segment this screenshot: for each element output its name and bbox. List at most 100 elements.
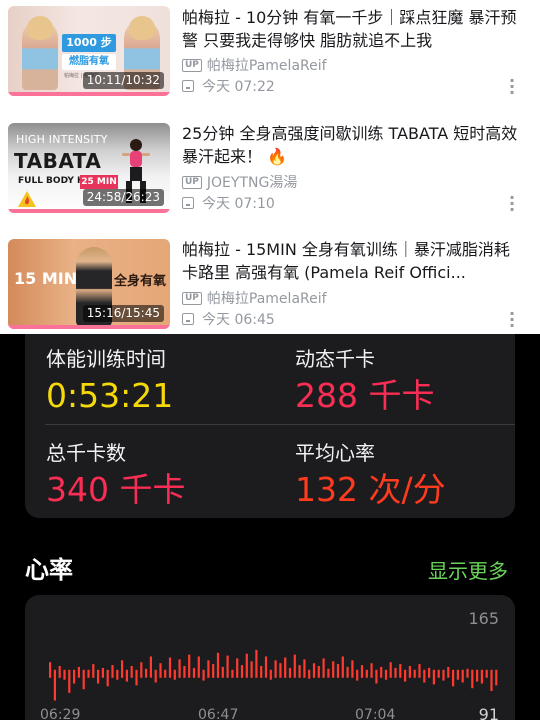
heart-rate-bar [97,669,100,684]
heart-rate-title: 心率 [25,556,73,584]
video-title[interactable]: 25分钟 全身高强度间歇训练 TABATA 短时高效 暴汗起来！ 🔥 [182,122,522,168]
video-title[interactable]: 帕梅拉 - 10分钟 有氧一千步｜踩点狂魔 暴汗预警 只要我走得够快 脂肪就追不… [182,6,522,52]
show-more-link[interactable]: 显示更多 [428,555,508,584]
heart-rate-bar [490,669,493,691]
x-tick-label: 06:47 [198,707,239,720]
more-options-icon[interactable]: · · · [505,190,519,218]
heart-rate-bar [106,669,109,687]
heart-rate-bar [264,656,268,678]
workout-time-value: 0:53:21 [46,376,174,415]
heart-rate-bar [221,666,224,678]
heart-rate-bar [336,664,340,678]
heart-rate-bar [495,669,498,686]
watch-history-icon [182,197,194,209]
x-tick-label: 06:29 [40,707,81,720]
thumbnail-high-intensity-text: HIGH INTENSITY [16,133,108,146]
heart-rate-bar [428,667,431,678]
heart-rate-bar [279,663,282,678]
heart-rate-bar [130,666,133,678]
thumbnail-fat-badge: 燃脂有氧 [62,54,116,70]
heart-rate-bar [327,668,330,678]
uploader-name: 帕梅拉PamelaReif [206,291,327,307]
heart-rate-bar [63,669,66,680]
heart-rate-bar [269,669,272,680]
more-options-icon[interactable]: · · · [505,306,519,334]
heart-rate-bar [322,658,325,678]
heart-rate-bar [437,669,440,678]
heart-rate-bar [231,669,234,678]
heart-rate-bar [360,665,364,678]
heart-rate-bar [53,669,56,701]
heart-rate-bar [418,664,421,678]
heart-rate-bar [452,669,455,687]
heart-rate-bar [92,664,95,678]
video-item[interactable]: 1000 步 燃脂有氧 帕梅拉 | 帕梅拉 10:11/10:32 帕梅拉 - … [0,0,540,101]
total-kcal-stat: 总千卡数 340 千卡 [46,440,185,510]
video-title[interactable]: 帕梅拉 - 15MIN 全身有氧训练｜暴汗减脂消耗卡路里 高强有氧 (Pamel… [182,238,522,284]
heart-rate-bar [82,669,85,690]
heart-rate-bar [466,668,469,678]
video-duration: 24:58/26:23 [82,189,164,206]
avg-hr-stat: 平均心率 132 次/分 [295,440,446,510]
heart-rate-bar [432,669,435,685]
video-thumbnail[interactable]: 1000 步 燃脂有氧 帕梅拉 | 帕梅拉 10:11/10:32 [8,6,170,96]
video-uploader[interactable]: UP 帕梅拉PamelaReif [182,55,327,75]
heart-rate-bar [389,662,392,678]
heart-rate-bar [471,669,474,689]
heart-rate-bar [394,667,397,678]
up-badge-icon: UP [182,175,202,189]
heart-rate-bar [260,666,263,678]
heart-rate-bar [202,669,205,681]
heart-rate-bar [164,669,167,678]
heart-rate-bar [447,666,450,678]
total-kcal-label: 总千卡数 [46,441,126,465]
heart-rate-card[interactable]: 165 91 06:29 06:47 07:04 [25,595,515,720]
heart-rate-bar [317,666,320,678]
video-thumbnail[interactable]: HIGH INTENSITY TABATA FULL BODY HIIT 25 … [8,123,170,213]
heart-rate-bar [346,666,349,678]
video-time: 今天 07:22 [182,76,275,96]
heart-rate-bar [216,652,220,678]
heart-rate-bar [159,663,162,678]
heart-rate-bar [308,669,311,679]
more-options-icon[interactable]: · · · [505,73,519,101]
video-time: 今天 07:10 [182,193,275,213]
up-badge-icon: UP [182,291,202,305]
heart-rate-bar [399,664,402,678]
avg-hr-value: 132 次/分 [295,470,446,509]
heart-rate-bar [197,656,200,678]
watch-progress-bar [8,209,170,213]
x-tick-label: 07:04 [355,707,396,720]
watch-time-text: 今天 07:22 [202,79,275,95]
heart-rate-bar [58,666,61,678]
heart-rate-bar [375,669,378,684]
heart-rate-bar [303,659,306,678]
uploader-name: 帕梅拉PamelaReif [206,58,327,74]
fire-warning-icon [18,191,36,207]
video-item[interactable]: HIGH INTENSITY TABATA FULL BODY HIIT 25 … [0,117,540,218]
video-thumbnail[interactable]: 15 MIN 全身有氧 15:16/15:45 [8,239,170,329]
heart-rate-bar [178,659,181,678]
heart-rate-bar [332,661,335,678]
heart-rate-bar [384,669,388,680]
heart-rate-bar [284,657,287,678]
video-uploader[interactable]: UP 帕梅拉PamelaReif [182,288,327,308]
video-duration: 10:11/10:32 [82,72,164,89]
heart-rate-bar [298,665,301,678]
watch-history-icon [182,80,194,92]
heart-rate-bar [365,669,368,678]
video-uploader[interactable]: UP JOEYTNG湯湯 [182,172,297,192]
thumbnail-minutes-text: 15 MIN [14,269,78,288]
thumbnail-hair [27,16,53,40]
active-kcal-value: 288 千卡 [295,376,435,415]
video-item[interactable]: 15 MIN 全身有氧 15:16/15:45 帕梅拉 - 15MIN 全身有氧… [0,233,540,334]
heart-rate-bar [408,666,411,678]
thumbnail-hair [129,16,155,40]
heart-rate-bar [135,669,138,686]
heart-rate-bar [68,669,71,693]
uploader-name: JOEYTNG湯湯 [206,175,298,191]
total-kcal-value: 340 千卡 [46,470,186,509]
heart-rate-bar [245,653,248,678]
active-kcal-stat: 动态千卡 288 千卡 [295,346,434,416]
heart-rate-bar [356,669,359,681]
